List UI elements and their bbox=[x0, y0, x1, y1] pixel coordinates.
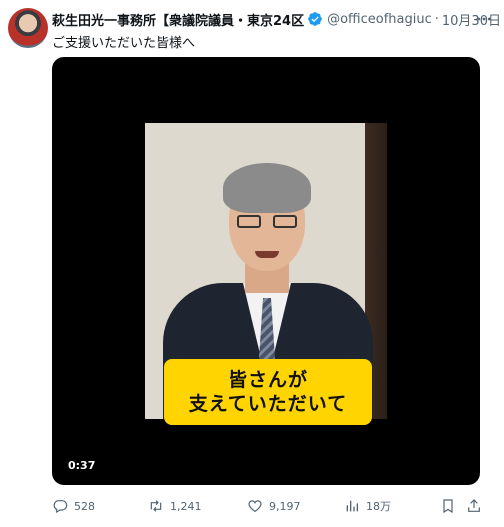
like-count: 9,197 bbox=[269, 499, 301, 513]
views-count: 18万 bbox=[366, 500, 391, 513]
reply-count: 528 bbox=[74, 499, 95, 513]
tweet-text: ご支援いただいた皆様へ bbox=[52, 36, 196, 51]
views-icon bbox=[346, 500, 358, 512]
verified-badge-icon bbox=[307, 11, 323, 27]
bookmark-button[interactable] bbox=[440, 498, 462, 514]
person-glasses bbox=[237, 215, 297, 229]
video-caption: 皆さんが 支えていただいて bbox=[164, 359, 372, 425]
views-button[interactable]: 18万 bbox=[344, 498, 391, 514]
caption-line-1: 皆さんが bbox=[227, 369, 308, 391]
avatar[interactable] bbox=[8, 8, 48, 48]
video-duration: 0:37 bbox=[64, 458, 100, 473]
retweet-icon bbox=[150, 500, 162, 512]
retweet-button[interactable]: 1,241 bbox=[148, 498, 202, 514]
share-button[interactable] bbox=[466, 498, 488, 514]
reply-button[interactable]: 528 bbox=[52, 498, 95, 514]
author-handle[interactable]: @officeofhagiuc bbox=[327, 12, 432, 27]
retweet-count: 1,241 bbox=[170, 499, 202, 513]
tweet-actions: 528 1,241 9,197 18万 bbox=[52, 496, 480, 516]
more-icon[interactable] bbox=[474, 10, 494, 28]
person-hair bbox=[223, 163, 311, 213]
video-player[interactable]: 皆さんが 支えていただいて 0:37 bbox=[52, 57, 480, 485]
author-name[interactable]: 萩生田光一事務所【衆議院議員・東京24区 bbox=[52, 10, 304, 29]
bookmark-icon bbox=[443, 499, 453, 514]
tweet-header: 萩生田光一事務所【衆議院議員・東京24区 @officeofhagiuc · 1… bbox=[52, 10, 501, 29]
heart-icon bbox=[248, 500, 262, 513]
share-icon bbox=[468, 499, 480, 512]
person-mouth bbox=[255, 251, 279, 258]
reply-icon bbox=[53, 500, 68, 514]
like-button[interactable]: 9,197 bbox=[247, 498, 301, 514]
separator-dot: · bbox=[434, 11, 439, 27]
caption-line-2: 支えていただいて bbox=[188, 393, 348, 415]
